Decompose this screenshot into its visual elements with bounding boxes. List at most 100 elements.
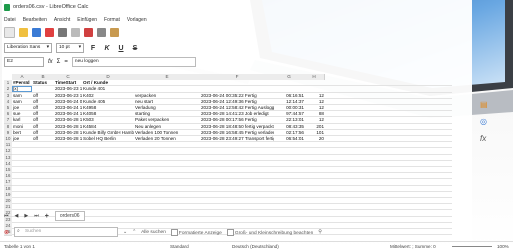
table-cell[interactable]: 12 bbox=[305, 93, 324, 99]
table-cell[interactable]: 2023-06-28 18:48:50 fertig verpackt bbox=[201, 124, 274, 130]
table-cell[interactable]: 2023-06-23 18:18:31 bbox=[55, 93, 82, 99]
table-cell[interactable]: off bbox=[33, 130, 54, 136]
functions-icon[interactable]: fx bbox=[480, 134, 488, 143]
table-cell[interactable]: 08:43:35 bbox=[275, 124, 304, 130]
open-icon[interactable] bbox=[19, 28, 28, 37]
table-cell[interactable]: 97:44:57 bbox=[275, 111, 304, 117]
table-cell[interactable]: Verladen 20 Tonnen bbox=[135, 136, 200, 142]
formatted-display-option[interactable]: Formatierte Anzeige bbox=[170, 228, 222, 236]
checkbox[interactable] bbox=[170, 228, 178, 236]
table-cell[interactable]: off bbox=[33, 93, 54, 99]
next-sheet-icon[interactable]: ▶ bbox=[24, 213, 28, 219]
table-cell[interactable]: 02:17:56 bbox=[275, 130, 304, 136]
table-cell[interactable]: Kunde 401 bbox=[83, 86, 134, 92]
paste-icon[interactable] bbox=[110, 28, 119, 37]
table-cell[interactable]: off bbox=[33, 111, 54, 117]
table-cell[interactable]: off bbox=[33, 124, 54, 130]
table-cell[interactable]: starting bbox=[135, 111, 200, 117]
table-cell[interactable]: 12:14:37 bbox=[275, 99, 304, 105]
table-cell[interactable]: 2023-06-28 00:17:56 Fertig bbox=[201, 117, 274, 123]
table-cell[interactable]: 2023-06-24 00:35:22 Fertig bbox=[201, 93, 274, 99]
add-sheet-button[interactable]: + bbox=[45, 213, 49, 220]
font-name-select[interactable]: Liberation Sans ▾ bbox=[4, 43, 52, 53]
table-cell[interactable]: 12 bbox=[305, 99, 324, 105]
table-cell[interactable]: 2023-06-24 12:58:42 Fertig Ausloggen bbox=[201, 105, 274, 111]
column-title-cell[interactable]: Ort / Kunde bbox=[83, 80, 134, 86]
strikethrough-button[interactable]: S bbox=[130, 45, 140, 52]
column-header[interactable]: F bbox=[200, 74, 275, 80]
function-wizard-icon[interactable]: fx bbox=[48, 59, 53, 65]
table-cell[interactable]: joe bbox=[13, 136, 32, 142]
table-cell[interactable]: off bbox=[33, 117, 54, 123]
column-header[interactable]: H bbox=[304, 74, 325, 80]
checkbox[interactable] bbox=[226, 228, 234, 236]
table-cell[interactable]: Verladung bbox=[135, 105, 200, 111]
table-cell[interactable]: 2023-06-28 14:40:48 bbox=[55, 130, 82, 136]
spreadsheet-grid[interactable]: A B C D E F G H 1 #PersId Status TimeStart Ort / Kun… bbox=[4, 74, 456, 236]
column-header[interactable]: G bbox=[274, 74, 305, 80]
bold-button[interactable]: F bbox=[88, 45, 98, 52]
table-cell[interactable]: neu start bbox=[135, 99, 200, 105]
column-title-cell[interactable]: #PersId bbox=[13, 80, 32, 86]
preview-icon[interactable] bbox=[71, 28, 80, 37]
table-cell[interactable]: Kunde 405 bbox=[83, 99, 134, 105]
menu-vorlagen[interactable]: Vorlagen bbox=[127, 17, 147, 23]
table-cell[interactable]: 2023-06-28 16:58:45 Fertig verladen. Ohn… bbox=[201, 130, 274, 136]
properties-icon[interactable]: ▤ bbox=[480, 100, 488, 109]
find-previous-icon[interactable]: ⌄ bbox=[123, 230, 127, 235]
find-all-button[interactable]: Alle suchen bbox=[141, 230, 166, 235]
table-cell[interactable]: 2023-06-28 23:49:27 Transport fertig bbox=[201, 136, 274, 142]
table-cell[interactable]: karl bbox=[13, 117, 32, 123]
find-replace-icon[interactable]: ⚲ bbox=[318, 230, 322, 235]
table-cell[interactable]: 06:54:01 bbox=[275, 136, 304, 142]
equals-icon[interactable]: = bbox=[64, 59, 68, 65]
table-cell[interactable]: 101 bbox=[305, 130, 324, 136]
print-icon[interactable] bbox=[58, 28, 67, 37]
pdf-export-icon[interactable] bbox=[45, 28, 54, 37]
table-cell[interactable]: 2023-06-28 10:04:53 bbox=[55, 117, 82, 123]
table-cell[interactable]: 2023-06-24 12:56:26 bbox=[55, 111, 82, 117]
table-cell[interactable]: sam bbox=[13, 99, 32, 105]
column-header[interactable]: B bbox=[32, 74, 55, 80]
last-sheet-icon[interactable]: ⏭ bbox=[34, 213, 39, 219]
table-cell[interactable]: sam bbox=[13, 93, 32, 99]
table-cell[interactable]: K4958 bbox=[83, 105, 134, 111]
table-cell[interactable]: K4584 bbox=[83, 124, 134, 130]
table-cell[interactable]: 201 bbox=[305, 124, 324, 130]
find-next-icon[interactable]: ⌃ bbox=[132, 230, 136, 235]
column-header[interactable]: D bbox=[82, 74, 135, 80]
table-cell[interactable]: 2023-06-24 12:56:11 bbox=[55, 105, 82, 111]
tab-orders06[interactable]: orders06 bbox=[54, 211, 85, 221]
prev-sheet-icon[interactable]: ◀ bbox=[15, 213, 19, 219]
sum-icon[interactable]: Σ bbox=[57, 59, 61, 65]
column-title-cell[interactable]: Status bbox=[33, 80, 54, 86]
font-size-select[interactable]: 10 pt ▾ bbox=[56, 43, 84, 53]
column-title-cell[interactable]: TimeStart bbox=[55, 80, 82, 86]
first-sheet-icon[interactable]: ⏮ bbox=[4, 213, 9, 219]
table-cell[interactable]: 12 bbox=[305, 117, 324, 123]
table-cell[interactable]: Kunde Billy GmbH Hamburg bbox=[83, 130, 134, 136]
column-header[interactable]: C bbox=[54, 74, 83, 80]
table-cell[interactable]: 06:16:51 bbox=[275, 93, 304, 99]
table-cell[interactable]: 2023-06-24 00:34:56 bbox=[55, 99, 82, 105]
match-case-option[interactable]: Groß- und Kleinschreibung beachten bbox=[226, 228, 313, 236]
search-input[interactable]: ⌕ Suchen bbox=[14, 227, 119, 237]
table-cell[interactable]: K402 bbox=[83, 93, 134, 99]
table-cell[interactable]: Paket verpacken bbox=[135, 117, 200, 123]
name-box[interactable]: E2 bbox=[4, 57, 44, 67]
table-cell[interactable]: bert bbox=[13, 130, 32, 136]
underline-button[interactable]: U bbox=[116, 45, 126, 52]
menu-bearbeiten[interactable]: Bearbeiten bbox=[23, 17, 47, 23]
menu-format[interactable]: Format bbox=[104, 17, 120, 23]
table-cell[interactable]: 20 bbox=[305, 136, 324, 142]
table-cell[interactable]: moni bbox=[13, 124, 32, 130]
cut-icon[interactable] bbox=[84, 28, 93, 37]
table-cell[interactable]: K503 bbox=[83, 117, 134, 123]
column-header[interactable]: E bbox=[134, 74, 201, 80]
column-header[interactable]: A bbox=[12, 74, 33, 80]
table-cell[interactable]: Neu anlegen bbox=[135, 124, 200, 130]
table-cell[interactable]: 2023-06-28 10:05:11 bbox=[55, 124, 82, 130]
copy-icon[interactable] bbox=[97, 28, 106, 37]
table-cell[interactable]: 2023-06-28 14:41:23 Job erledigt bbox=[201, 111, 274, 117]
zoom-slider[interactable] bbox=[452, 246, 492, 247]
